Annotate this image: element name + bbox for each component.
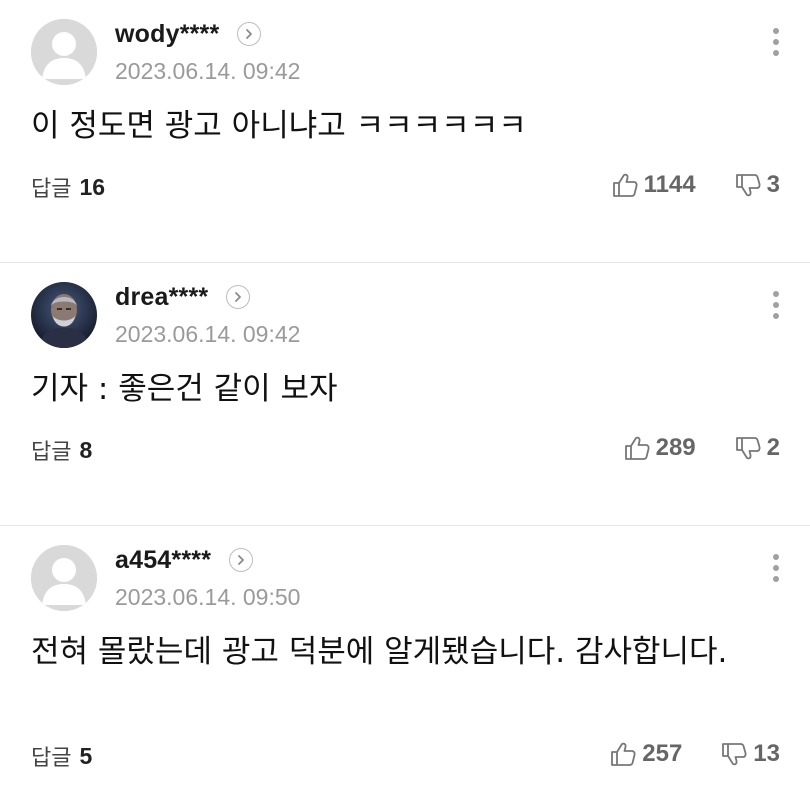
like-button[interactable]: 257 [609, 740, 682, 768]
like-count: 1144 [643, 171, 696, 198]
comment-item: wody**** 2023.06.14. 09:42 이 정도면 광고 아니냐고… [0, 0, 810, 262]
comment-date: 2023.06.14. 09:42 [115, 321, 301, 347]
bearded-man-portrait-icon [31, 282, 97, 348]
reply-label: 답글 [31, 177, 72, 202]
comment-footer: 답글 5 257 13 [0, 736, 810, 776]
comment-item: a454**** 2023.06.14. 09:50 전혀 몰랐는데 광고 덕분… [0, 525, 810, 787]
reply-button[interactable]: 답글 16 [31, 171, 105, 203]
reply-count: 8 [79, 436, 93, 463]
reply-count: 16 [79, 173, 106, 200]
comment-text: 기자 : 좋은건 같이 보자 [31, 371, 338, 407]
thumbs-up-icon [624, 436, 650, 460]
chevron-right-circle-icon[interactable] [229, 548, 254, 572]
more-vertical-icon[interactable] [772, 28, 780, 56]
dislike-count: 2 [766, 434, 780, 461]
comment-footer: 답글 8 289 2 [0, 430, 810, 470]
chevron-right-circle-icon[interactable] [226, 285, 251, 309]
comment-date: 2023.06.14. 09:42 [115, 58, 301, 84]
avatar[interactable] [31, 545, 97, 611]
avatar[interactable] [31, 282, 97, 348]
comment-text: 전혀 몰랐는데 광고 덕분에 알게됐습니다. 감사합니다. [31, 634, 728, 670]
reply-button[interactable]: 답글 8 [31, 434, 92, 466]
default-avatar-icon [31, 19, 97, 85]
like-count: 289 [655, 434, 696, 461]
thumbs-down-icon [735, 174, 761, 197]
reply-button[interactable]: 답글 5 [31, 740, 92, 772]
thumbs-up-icon [612, 173, 638, 197]
like-button[interactable]: 1144 [611, 171, 696, 199]
username[interactable]: drea**** [115, 283, 208, 312]
comment-text: 이 정도면 광고 아니냐고 ㅋㅋㅋㅋㅋㅋ [31, 108, 527, 144]
comment-item: drea**** 2023.06.14. 09:42 기자 : 좋은건 같이 보… [0, 262, 810, 525]
thumbs-up-icon [611, 742, 636, 766]
reply-count: 5 [79, 742, 93, 769]
thumbs-down-icon [722, 743, 747, 766]
more-vertical-icon[interactable] [772, 554, 780, 582]
dislike-button[interactable]: 13 [720, 740, 780, 768]
like-button[interactable]: 289 [623, 434, 696, 462]
like-count: 257 [642, 740, 683, 767]
more-vertical-icon[interactable] [772, 291, 780, 319]
avatar[interactable] [31, 19, 97, 85]
thumbs-down-icon [735, 437, 761, 460]
reply-label: 답글 [31, 746, 72, 771]
username[interactable]: a454**** [115, 546, 211, 575]
dislike-count: 13 [753, 740, 780, 767]
comment-date: 2023.06.14. 09:50 [115, 584, 301, 610]
dislike-button[interactable]: 3 [734, 171, 780, 199]
comment-footer: 답글 16 1144 3 [0, 167, 810, 207]
default-avatar-icon [31, 545, 97, 611]
dislike-count: 3 [766, 171, 780, 198]
dislike-button[interactable]: 2 [734, 434, 780, 462]
reply-label: 답글 [31, 440, 72, 465]
chevron-right-circle-icon[interactable] [237, 22, 262, 46]
username[interactable]: wody**** [115, 20, 219, 49]
